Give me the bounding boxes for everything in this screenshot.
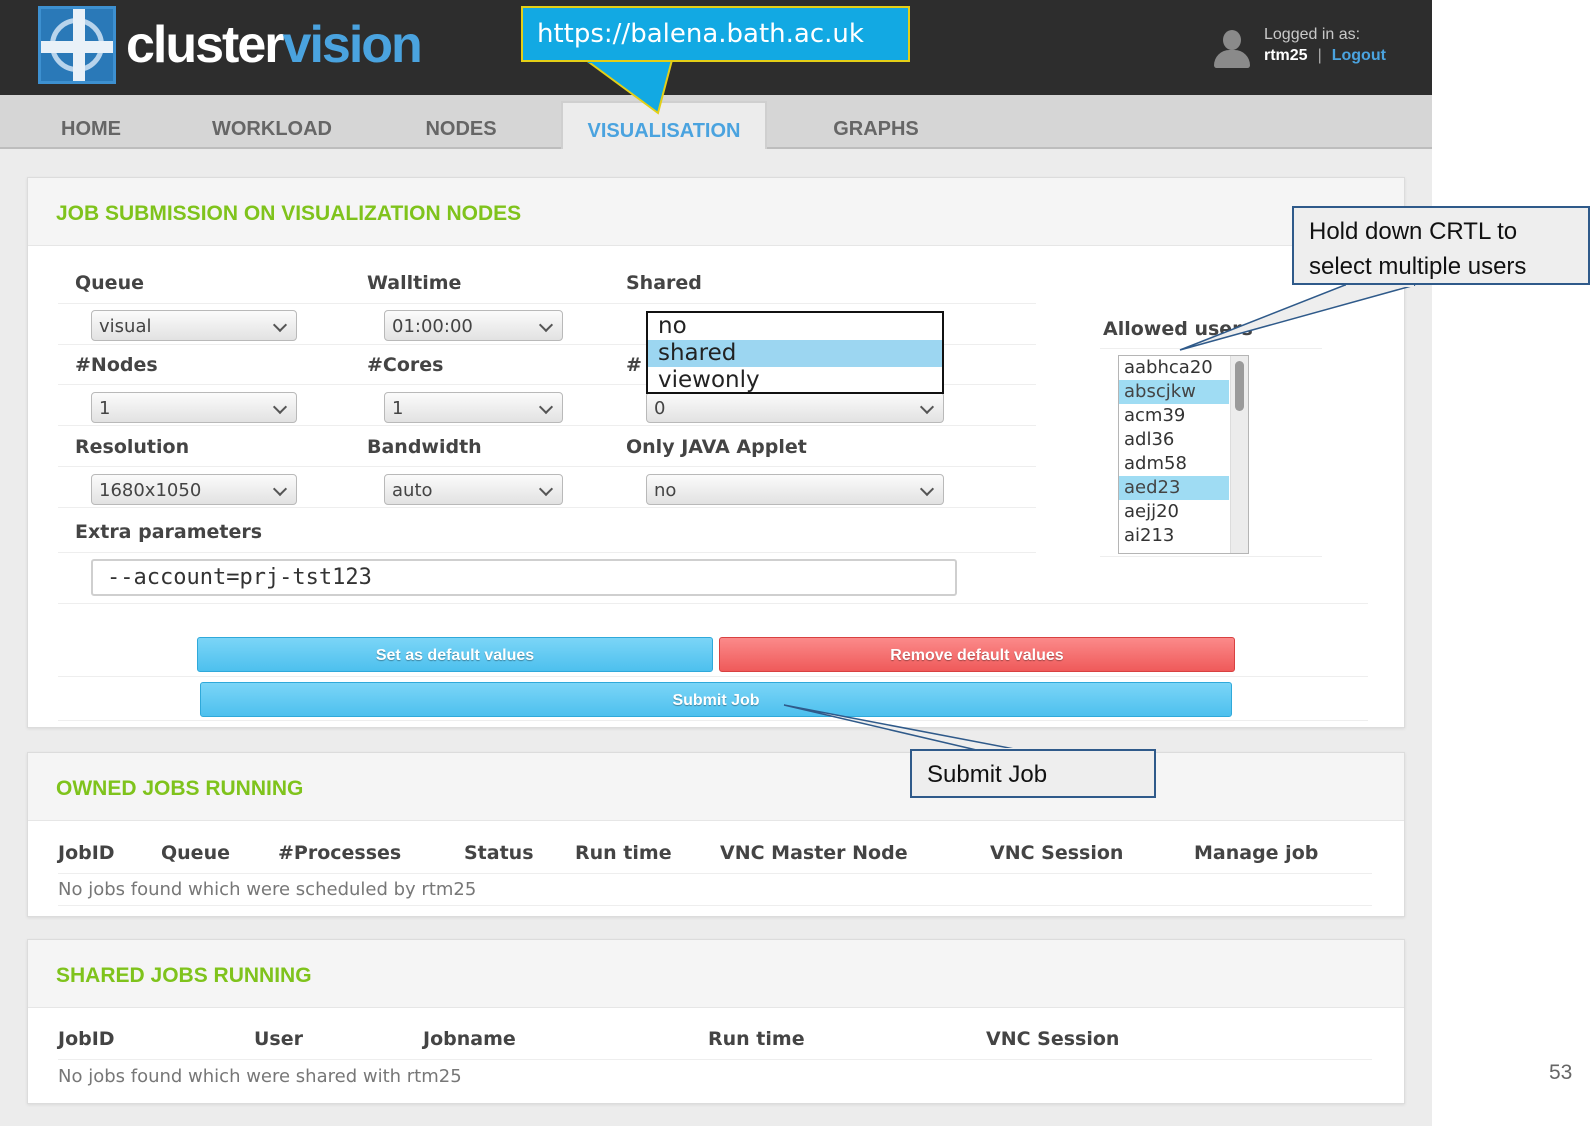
submit-callout-pointer bbox=[783, 704, 1031, 753]
slide: clustervision Logged in as: rtm25 | Logout… bbox=[0, 0, 1592, 1126]
multi-select-hint-callout: Hold down CRTL to select multiple users bbox=[1292, 206, 1590, 285]
url-callout-pointer bbox=[582, 59, 674, 115]
annotation-pointers bbox=[582, 55, 1416, 754]
multi-select-hint-line-2: select multiple users bbox=[1309, 253, 1527, 280]
multi-select-callout-pointer bbox=[1179, 284, 1416, 351]
submit-job-callout: Submit Job bbox=[910, 749, 1156, 798]
multi-select-hint-line-1: Hold down CRTL to bbox=[1309, 218, 1518, 245]
url-callout: https://balena.bath.ac.uk bbox=[521, 6, 910, 62]
